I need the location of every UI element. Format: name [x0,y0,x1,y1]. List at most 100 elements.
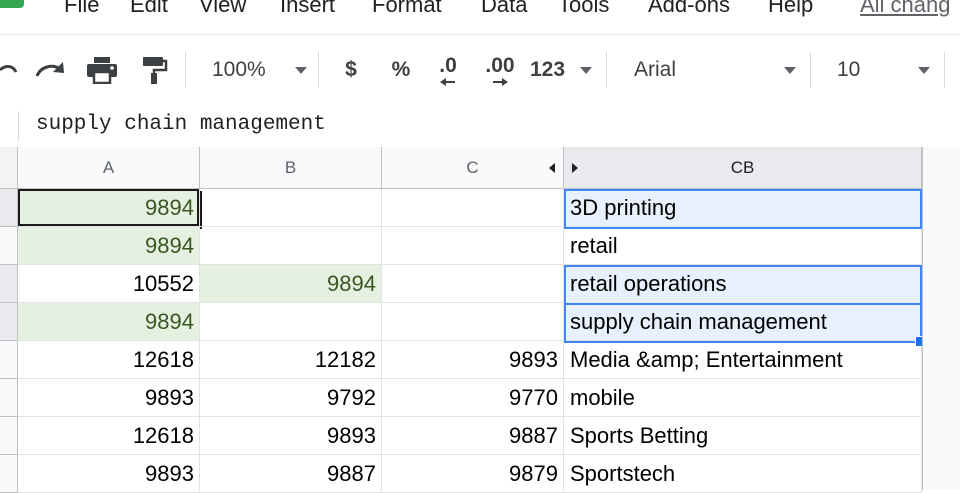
column-header-a[interactable]: A [18,147,200,189]
chevron-down-icon [295,66,307,74]
cell-cb5[interactable]: Media &amp; Entertainment [564,341,922,379]
font-family-select[interactable]: Arial [626,35,796,105]
cell-b7[interactable]: 9893 [200,417,382,455]
menu-edit[interactable]: Edit [130,0,168,18]
arrow-left-icon [440,78,455,86]
paint-format-button[interactable] [136,35,172,105]
menu-insert[interactable]: Insert [280,0,335,18]
cell-b6[interactable]: 9792 [200,379,382,417]
row-header[interactable] [0,341,18,379]
cell-b2[interactable] [200,227,382,265]
row-header[interactable] [0,417,18,455]
row-header[interactable] [0,379,18,417]
decrease-decimal-label: .0 [439,54,457,77]
sheets-logo-icon[interactable] [0,0,24,8]
menu-data[interactable]: Data [481,0,527,18]
cell-b5[interactable]: 12182 [200,341,382,379]
cell-cb1[interactable]: 3D printing [564,189,922,227]
cell-a5[interactable]: 12618 [18,341,200,379]
decrease-decimal-button[interactable]: .0 [432,35,464,105]
row-header[interactable] [0,189,18,227]
cell-a7[interactable]: 12618 [18,417,200,455]
paint-format-icon [143,57,168,84]
row-header[interactable] [0,455,18,493]
cell-cb2[interactable]: retail [564,227,922,265]
column-header-b[interactable]: B [200,147,382,189]
format-currency-button[interactable]: $ [336,35,366,105]
more-formats-button[interactable]: 123 [530,35,592,105]
column-label: C [466,157,479,177]
cell-cb8[interactable]: Sportstech [564,455,922,493]
font-size-value: 10 [837,58,861,81]
zoom-select[interactable]: 100% [205,35,307,105]
column-label: A [102,157,115,177]
save-status-link[interactable]: All chang [860,0,951,18]
cell-a4[interactable]: 9894 [18,303,200,341]
cell-a2[interactable]: 9894 [18,227,200,265]
column-label: B [284,157,297,177]
sheet-grid: A B C CB 9894 3D printing 9894 retail 10… [0,147,960,493]
row-header[interactable] [0,265,18,303]
cell-cb6[interactable]: mobile [564,379,922,417]
redo-button[interactable] [32,35,68,105]
format-percent-button[interactable]: % [386,35,416,105]
menu-add-ons[interactable]: Add-ons [648,0,730,18]
menu-format[interactable]: Format [372,0,442,18]
menu-view[interactable]: View [199,0,246,18]
cell-b8[interactable]: 9887 [200,455,382,493]
cell-c3[interactable] [382,265,564,303]
row-header[interactable] [0,303,18,341]
menu-help[interactable]: Help [768,0,813,18]
grid-right-gutter [922,147,960,490]
row-header[interactable] [0,227,18,265]
increase-decimal-button[interactable]: .00 [480,35,520,105]
select-all-corner[interactable] [0,147,18,189]
menu-file[interactable]: File [64,0,99,18]
font-size-select[interactable]: 10 [830,35,930,105]
toolbar-divider [185,52,186,88]
cell-cb4[interactable]: supply chain management [564,303,922,341]
cell-b1[interactable] [200,189,382,227]
cell-c2[interactable] [382,227,564,265]
formula-bar-divider [18,111,19,141]
chevron-down-icon [784,66,796,74]
toolbar-divider [318,52,319,88]
print-button[interactable] [84,35,120,105]
cell-c8[interactable]: 9879 [382,455,564,493]
toolbar-divider [944,52,945,88]
cell-b4[interactable] [200,303,382,341]
toolbar-divider [606,52,607,88]
formula-input[interactable]: supply chain management [36,113,326,136]
cell-b3[interactable]: 9894 [200,265,382,303]
cell-cb7[interactable]: Sports Betting [564,417,922,455]
menu-bar: File Edit View Insert Format Data Tools … [0,0,960,34]
cell-a3[interactable]: 10552 [18,265,200,303]
chevron-down-icon [580,66,592,74]
cell-a1[interactable]: 9894 [18,189,200,227]
cell-c5[interactable]: 9893 [382,341,564,379]
print-icon [87,57,117,84]
cell-c1[interactable] [382,189,564,227]
cell-c6[interactable]: 9770 [382,379,564,417]
redo-icon [35,62,64,77]
column-header-c[interactable]: C [382,147,564,189]
menu-tools[interactable]: Tools [558,0,609,18]
font-family-value: Arial [634,58,677,81]
chevron-down-icon [918,66,930,74]
zoom-value: 100% [212,58,266,81]
toolbar-divider [810,52,811,88]
toolbar: 100% $ % .0 .00 123 Arial 10 [0,34,960,106]
hidden-columns-left-arrow-icon[interactable] [549,163,555,173]
cell-c7[interactable]: 9887 [382,417,564,455]
cell-a6[interactable]: 9893 [18,379,200,417]
undo-button[interactable] [0,35,20,105]
cell-c4[interactable] [382,303,564,341]
hidden-columns-right-arrow-icon[interactable] [572,163,578,173]
column-header-cb[interactable]: CB [564,147,922,189]
more-formats-label: 123 [530,58,566,81]
cell-a8[interactable]: 9893 [18,455,200,493]
undo-icon [0,65,18,73]
column-label: CB [730,157,755,177]
increase-decimal-label: .00 [485,54,515,77]
cell-cb3[interactable]: retail operations [564,265,922,303]
